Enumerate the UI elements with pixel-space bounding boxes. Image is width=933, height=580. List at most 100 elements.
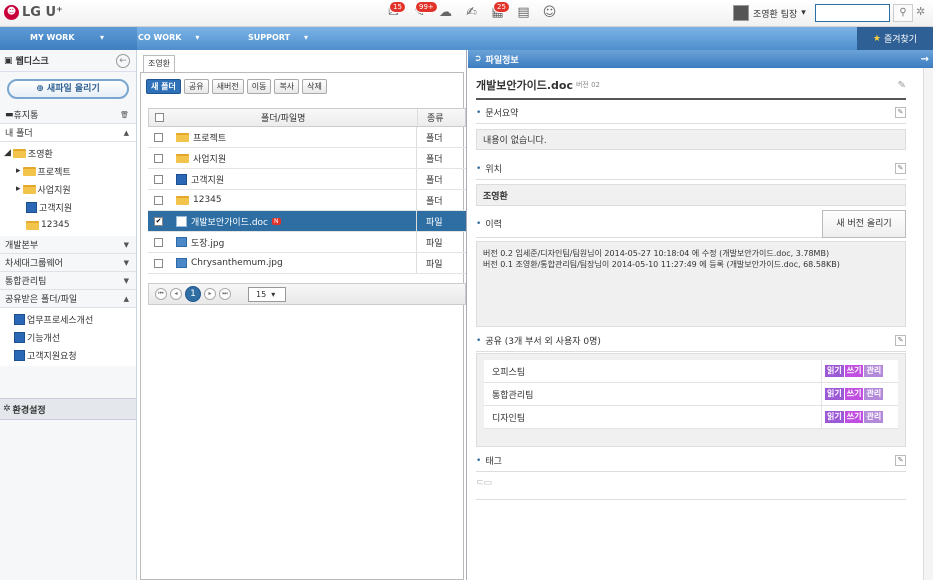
search-input[interactable] xyxy=(815,4,890,22)
user-menu[interactable]: 조영환 팀장 ▾ xyxy=(733,5,806,21)
location-label: 위치 xyxy=(485,165,502,175)
tag-section: • 태그 ✎ xyxy=(476,450,906,472)
shared-item[interactable]: 고객지원요청 xyxy=(0,346,136,364)
write-perm[interactable]: 쓰기 xyxy=(844,388,864,400)
pencil-icon[interactable]: ✎ xyxy=(898,80,906,91)
row-checkbox[interactable] xyxy=(154,132,163,142)
new-version-button[interactable]: 새버전 xyxy=(211,79,244,94)
tree-item-business[interactable]: ▸ 사업지원 xyxy=(0,180,136,198)
chevron-down-icon[interactable]: ▾ xyxy=(100,33,104,42)
gear-icon[interactable]: ✲ xyxy=(916,5,925,18)
row-checkbox[interactable] xyxy=(154,237,163,247)
brand-logo[interactable]: ☻ LG U⁺ xyxy=(4,5,63,20)
tree-label: 사업지원 xyxy=(37,185,71,196)
image-file-icon xyxy=(176,237,187,247)
my-folder-header[interactable]: 내 폴더 ▲ xyxy=(0,124,136,142)
folder-icon xyxy=(22,166,36,176)
menu-co-work[interactable]: CO WORK ▾ xyxy=(138,33,199,42)
move-button[interactable]: 이동 xyxy=(246,79,272,94)
prev-page-icon[interactable]: ◂ xyxy=(170,288,182,300)
table-row-selected[interactable]: ✔ 개발보안가이드.doc N 파일 xyxy=(148,211,466,232)
calendar-icon[interactable]: ▦25 xyxy=(489,1,510,21)
shared-item-label: 기능개선 xyxy=(27,333,61,344)
next-page-icon[interactable]: ▸ xyxy=(204,288,216,300)
menu-support[interactable]: SUPPORT ▾ xyxy=(248,33,308,42)
read-perm[interactable]: 읽기 xyxy=(825,388,844,400)
tab-folder[interactable]: 조영환 xyxy=(143,55,175,72)
bullet-icon: • xyxy=(476,107,482,118)
memo-icon[interactable]: ✍ xyxy=(463,4,480,21)
row-checkbox-checked[interactable]: ✔ xyxy=(154,216,163,226)
row-checkbox[interactable] xyxy=(154,195,163,205)
current-page[interactable]: 1 xyxy=(185,286,201,302)
page-size-select[interactable]: 15 ▾ xyxy=(248,286,286,302)
write-perm[interactable]: 쓰기 xyxy=(844,365,864,377)
delete-button[interactable]: 삭제 xyxy=(302,79,327,94)
first-page-icon[interactable]: ⏮ xyxy=(155,288,167,300)
edit-icon[interactable]: ✎ xyxy=(895,335,906,346)
tree-item-12345[interactable]: 12345 xyxy=(0,216,136,234)
group-integrated[interactable]: 통합관리팀 ▼ xyxy=(0,272,136,290)
group-dev[interactable]: 개발본부 ▼ xyxy=(0,236,136,254)
board-icon[interactable]: ▤ xyxy=(515,4,532,21)
shared-item[interactable]: 업무프로세스개선 xyxy=(0,310,136,328)
last-page-icon[interactable]: ⏭ xyxy=(219,288,231,300)
scrollbar[interactable] xyxy=(923,68,933,580)
arrow-right-icon[interactable]: → xyxy=(921,54,929,65)
trash-folder-icon: ▬ xyxy=(5,109,14,120)
search-icon[interactable]: ⚲ xyxy=(893,4,913,22)
edit-icon[interactable]: ✎ xyxy=(895,163,906,174)
file-name: 개발보안가이드.doc xyxy=(191,217,268,228)
table-row[interactable]: 고객지원 폴더 xyxy=(148,169,466,190)
notify-icon[interactable]: ✎99+ xyxy=(411,1,438,21)
trash-icon[interactable]: 🗑 xyxy=(120,111,129,119)
menu-my-work-label: MY WORK xyxy=(30,33,75,42)
manage-perm[interactable]: 관리 xyxy=(864,388,884,400)
table-row[interactable]: 프로젝트 폴더 xyxy=(148,127,466,148)
col-name-header: 폴더/파일명 xyxy=(261,114,306,124)
settings-item[interactable]: ✲ 환경설정 xyxy=(0,398,136,420)
trash-item[interactable]: ▬ 휴지통 🗑 xyxy=(0,106,136,124)
file-type: 폴더 xyxy=(426,133,443,144)
col-divider xyxy=(416,232,417,252)
shared-item[interactable]: 기능개선 xyxy=(0,328,136,346)
table-row[interactable]: 12345 폴더 xyxy=(148,190,466,211)
table-row[interactable]: 사업지원 폴더 xyxy=(148,148,466,169)
shared-tree: 업무프로세스개선 기능개선 고객지원요청 xyxy=(0,308,136,366)
read-perm[interactable]: 읽기 xyxy=(825,411,844,423)
group-nextgen[interactable]: 차세대그룹웨어 ▼ xyxy=(0,254,136,272)
manage-perm[interactable]: 관리 xyxy=(864,411,884,423)
history-section: • 이력 새 버전 올리기 xyxy=(476,210,906,238)
favorites-button[interactable]: ★ 즐겨찾기 xyxy=(857,27,933,50)
tree-label: 12345 xyxy=(41,220,70,230)
tree-item-root[interactable]: ◢ 조영환 xyxy=(0,144,136,162)
upload-button[interactable]: ⊕ 새파일 올리기 xyxy=(7,79,129,99)
share-dept: 통합관리팀 xyxy=(492,390,534,401)
select-all-checkbox[interactable] xyxy=(155,113,164,122)
perm-group: 읽기 쓰기 관리 xyxy=(821,383,884,405)
table-row[interactable]: Chrysanthemum.jpg 파일 xyxy=(148,253,466,274)
chat-icon[interactable]: ☁ xyxy=(437,4,454,21)
file-type: 폴더 xyxy=(426,175,443,186)
write-perm[interactable]: 쓰기 xyxy=(844,411,864,423)
shared-header[interactable]: 공유받은 폴더/파일 ▲ xyxy=(0,290,136,308)
edit-icon[interactable]: ✎ xyxy=(895,107,906,118)
people-icon[interactable]: ☺ xyxy=(541,4,558,21)
row-checkbox[interactable] xyxy=(154,258,163,268)
share-button[interactable]: 공유 xyxy=(183,79,209,94)
tree-item-support[interactable]: 고객지원 xyxy=(0,198,136,216)
table-row[interactable]: 도장.jpg 파일 xyxy=(148,232,466,253)
row-checkbox[interactable] xyxy=(154,153,163,163)
row-checkbox[interactable] xyxy=(154,174,163,184)
manage-perm[interactable]: 관리 xyxy=(864,365,884,377)
menu-my-work[interactable]: MY WORK xyxy=(30,33,75,42)
mail-icon[interactable]: ✉15 xyxy=(385,1,406,21)
edit-icon[interactable]: ✎ xyxy=(895,455,906,466)
upload-new-version-button[interactable]: 새 버전 올리기 xyxy=(822,210,906,238)
collapse-icon[interactable]: ← xyxy=(116,54,130,68)
tree-item-project[interactable]: ▸ 프로젝트 xyxy=(0,162,136,180)
read-perm[interactable]: 읽기 xyxy=(825,365,844,377)
new-folder-button[interactable]: 새 폴더 xyxy=(146,79,181,94)
file-type: 파일 xyxy=(426,259,443,270)
copy-button[interactable]: 복사 xyxy=(274,79,300,94)
